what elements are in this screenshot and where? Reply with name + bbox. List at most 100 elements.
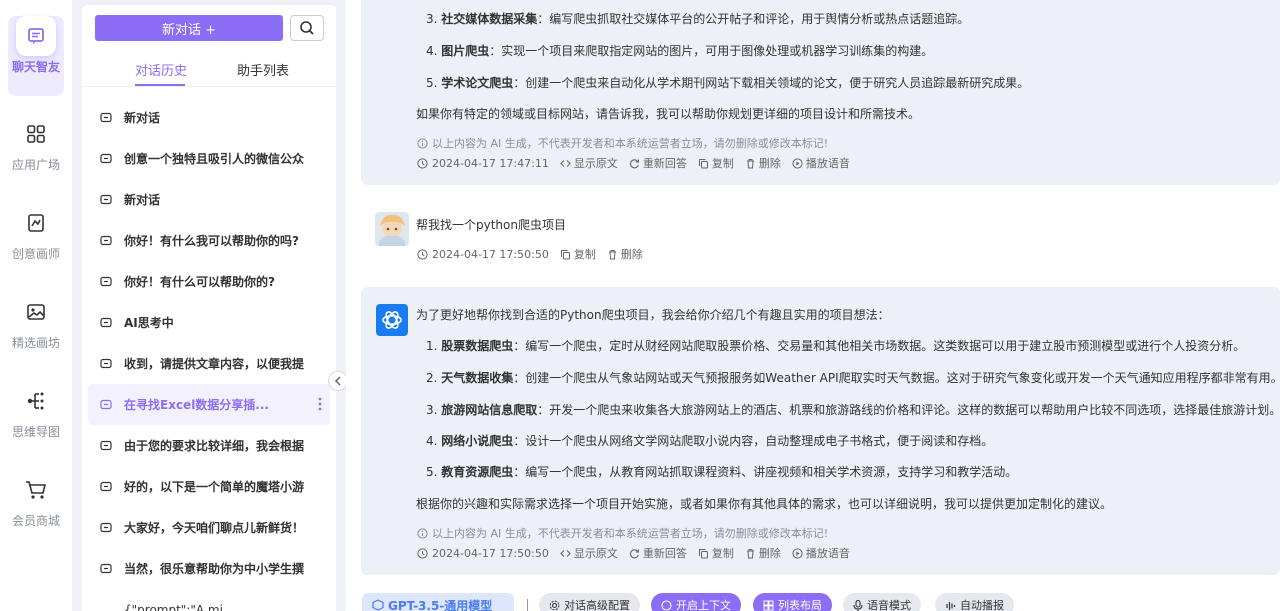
history-item-label: 新对话 <box>124 193 161 207</box>
regenerate-button[interactable]: 重新回答 <box>629 155 687 171</box>
chat-bubble-icon <box>100 358 116 370</box>
chat-bubble-icon <box>100 112 116 124</box>
history-item-label: {"prompt":"A mi <box>124 602 223 611</box>
nav-shop[interactable]: 会员商城 <box>0 470 72 550</box>
history-item[interactable]: 好的，以下是一个简单的魔塔小游 <box>88 466 330 507</box>
model-selector[interactable]: GPT-3.5-通用模型 <box>362 593 514 611</box>
nav-mindmap[interactable]: 思维导图 <box>0 381 72 461</box>
message-meta: 2024-04-17 17:50:50 复制 删除 <box>417 246 654 262</box>
user-message: 帮我找一个python爬虫项目 2024-04-17 17:50:50 复制 删… <box>361 205 1280 275</box>
item-text: ：创建一个爬虫来自动化从学术期刊网站下载相关领域的论文，便于研究人员追踪最新研究… <box>513 76 1030 90</box>
chevron-left-icon <box>334 376 341 386</box>
history-item[interactable]: 创意一个独特且吸引人的微信公众 <box>88 138 330 179</box>
delete-button[interactable]: 删除 <box>607 246 643 262</box>
timestamp-text: 2024-04-17 17:50:50 <box>432 546 549 560</box>
voice-mode-button[interactable]: 语音模式 <box>843 593 921 611</box>
history-item[interactable]: 由于您的要求比较详细，我会根据 <box>88 425 330 466</box>
nav-painter[interactable]: 创意画师 <box>0 203 72 283</box>
gallery-icon <box>16 292 56 332</box>
auto-play-label: 自动播报 <box>960 599 1004 611</box>
play-audio-button[interactable]: 播放语音 <box>792 155 850 171</box>
play-icon <box>792 547 803 559</box>
regenerate-button[interactable]: 重新回答 <box>629 545 687 561</box>
history-item-label: 好的，以下是一个简单的魔塔小游 <box>124 480 305 494</box>
history-item[interactable]: 你好！有什么我可以帮助你的吗? <box>88 220 330 261</box>
voice-mode-label: 语音模式 <box>867 599 911 611</box>
new-chat-button[interactable]: 新对话 + <box>95 15 283 41</box>
nav-apps[interactable]: 应用广场 <box>0 114 72 194</box>
context-toggle[interactable]: 开启上下文 <box>651 593 741 611</box>
history-item[interactable]: 大家好，今天咱们聊点儿新鲜货！ <box>88 507 330 548</box>
history-item[interactable]: 新对话 <box>88 179 330 220</box>
collapse-sidebar-button[interactable] <box>328 371 348 391</box>
ai-message: 3. 社交媒体数据采集：编写爬虫抓取社交媒体平台的公开帖子和评论，用于舆情分析或… <box>361 0 1280 185</box>
item-text: ：编写一个爬虫，定时从财经网站爬取股票价格、交易量和其他相关市场数据。这类数据可… <box>513 339 1246 353</box>
chat-toolbar: GPT-3.5-通用模型 对话高级配置 开启上下文 列表布局 语音模式 自动播报 <box>362 593 1280 611</box>
item-number: 5. <box>426 465 438 479</box>
trash-icon <box>746 158 754 168</box>
chat-bubble-icon <box>100 563 116 575</box>
item-number: 2. <box>426 371 438 385</box>
copy-button[interactable]: 复制 <box>560 246 596 262</box>
history-item[interactable]: 新对话 <box>88 97 330 138</box>
item-title: 网络小说爬虫 <box>441 434 514 448</box>
history-item[interactable]: 收到，请提供文章内容，以便我提 <box>88 343 330 384</box>
chat-bubble-icon <box>100 522 116 534</box>
copy-button[interactable]: 复制 <box>698 155 734 171</box>
history-item-label: 当然，很乐意帮助你为中小学生撰 <box>124 562 305 576</box>
auto-play-button[interactable]: 自动播报 <box>935 593 1014 611</box>
play-icon <box>792 157 803 169</box>
notice-text: 以上内容为 AI 生成，不代表开发者和本系统运营者立场，请勿删除或修改本标记! <box>432 137 829 150</box>
model-label: GPT-3.5-通用模型 <box>388 598 493 611</box>
refresh-icon <box>629 548 639 558</box>
item-text: ：设计一个爬虫从网络文学网站爬取小说内容，自动整理成电子书格式，便于阅读和存档。 <box>513 434 994 448</box>
delete-button[interactable]: 删除 <box>745 155 781 171</box>
more-vertical-icon[interactable] <box>318 396 322 415</box>
tab-history[interactable]: 对话历史 <box>135 60 187 79</box>
gear-icon <box>549 600 560 610</box>
advanced-settings-button[interactable]: 对话高级配置 <box>539 593 640 611</box>
copy-button[interactable]: 复制 <box>698 545 734 561</box>
search-button[interactable] <box>290 15 324 41</box>
item-number: 4. <box>426 44 438 58</box>
list-layout-toggle[interactable]: 列表布局 <box>753 593 832 611</box>
notice-text: 以上内容为 AI 生成，不代表开发者和本系统运营者立场，请勿删除或修改本标记! <box>432 527 829 540</box>
clock-icon <box>417 547 428 559</box>
list-item: 4. 网络小说爬虫：设计一个爬虫从网络文学网站爬取小说内容，自动整理成电子书格式… <box>426 433 993 449</box>
play-label: 播放语音 <box>805 547 850 560</box>
item-number: 4. <box>426 434 438 448</box>
play-audio-button[interactable]: 播放语音 <box>792 545 850 561</box>
delete-button[interactable]: 删除 <box>745 545 781 561</box>
copy-label: 复制 <box>711 157 734 170</box>
nav-chat[interactable]: 聊天智友 <box>8 16 64 96</box>
tab-assistants[interactable]: 助手列表 <box>237 60 289 79</box>
list-item: 2. 天气数据收集：创建一个爬虫从气象站网站或天气预报服务如Weather AP… <box>426 370 1280 386</box>
history-item-active[interactable]: 在寻找Excel数据分享插... <box>88 384 330 425</box>
show-source-button[interactable]: 显示原文 <box>560 155 618 171</box>
message-meta: 2024-04-17 17:50:50 显示原文 重新回答 复制 删除 播放语音 <box>417 545 861 561</box>
cart-icon <box>16 470 56 510</box>
left-nav-rail: 聊天智友 应用广场 创意画师 精选画坊 思维导图 会员商城 <box>0 0 72 611</box>
message-meta: 2024-04-17 17:47:11 显示原文 重新回答 复制 删除 播放语音 <box>417 155 861 171</box>
chat-bubble-icon <box>100 317 116 329</box>
history-item[interactable]: AI思考中 <box>88 302 330 343</box>
chat-area: 3. 社交媒体数据采集：编写爬虫抓取社交媒体平台的公开帖子和评论，用于舆情分析或… <box>346 0 1280 611</box>
list-item: 5. 教育资源爬虫：编写一个爬虫，从教育网站抓取课程资料、讲座视频和相关学术资源… <box>426 464 1017 480</box>
chat-bubble-icon <box>100 194 116 206</box>
history-item[interactable]: {"prompt":"A mi <box>88 589 330 611</box>
trash-icon <box>608 249 616 259</box>
regenerate-label: 重新回答 <box>642 157 687 170</box>
item-title: 股票数据爬虫 <box>441 339 514 353</box>
history-item-label: 创意一个独特且吸引人的微信公众 <box>124 152 305 166</box>
nav-chat-label: 聊天智友 <box>11 60 60 74</box>
nav-apps-label: 应用广场 <box>11 158 60 172</box>
copy-icon <box>698 158 708 168</box>
show-source-button[interactable]: 显示原文 <box>560 545 618 561</box>
delete-label: 删除 <box>758 547 781 560</box>
show-source-label: 显示原文 <box>573 547 618 560</box>
history-item[interactable]: 当然，很乐意帮助你为中小学生撰 <box>88 548 330 589</box>
copy-label: 复制 <box>573 248 596 261</box>
history-item[interactable]: 你好！有什么可以帮助你的? <box>88 261 330 302</box>
nav-gallery[interactable]: 精选画坊 <box>0 292 72 372</box>
item-title: 天气数据收集 <box>441 371 514 385</box>
